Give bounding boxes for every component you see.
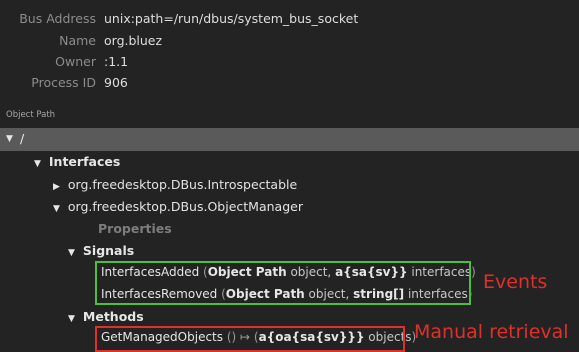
chevron-down-icon[interactable]: ▼ <box>68 248 75 258</box>
events-annotation: Events <box>483 271 548 293</box>
events-highlight-box <box>95 261 471 305</box>
tree-row-signals[interactable]: ▼ Signals <box>68 243 134 258</box>
process-id-label: Process ID <box>31 75 96 90</box>
chevron-down-icon[interactable]: ▼ <box>68 314 75 324</box>
properties-label: Properties <box>98 221 172 236</box>
owner-value: :1.1 <box>104 54 129 69</box>
name-label: Name <box>59 33 96 48</box>
interfaces-label: Interfaces <box>48 154 121 169</box>
tree-row-interfaces[interactable]: ▼ Interfaces <box>34 154 120 169</box>
chevron-down-icon[interactable]: ▼ <box>34 159 41 169</box>
tree-row-introspectable[interactable]: ▶ org.freedesktop.DBus.Introspectable <box>53 177 297 192</box>
signals-label: Signals <box>82 243 135 258</box>
tree-row-properties: Properties <box>98 221 172 236</box>
tree-row-methods[interactable]: ▼ Methods <box>68 309 144 324</box>
iface-introspectable-label: org.freedesktop.DBus.Introspectable <box>67 177 298 192</box>
bus-address-value: unix:path=/run/dbus/system_bus_socket <box>104 11 359 26</box>
owner-label: Owner <box>55 54 96 69</box>
manual-retrieval-highlight-box <box>95 326 405 352</box>
manual-retrieval-annotation: Manual retrieval <box>414 321 569 343</box>
chevron-down-icon[interactable]: ▼ <box>6 134 13 144</box>
methods-label: Methods <box>82 309 144 324</box>
root-path-label: / <box>20 131 25 146</box>
object-path-label: Object Path <box>6 110 56 120</box>
object-path-header: Object Path <box>0 101 579 129</box>
tree-row-root[interactable]: ▼ / <box>0 128 579 151</box>
bus-address-label: Bus Address <box>19 11 96 26</box>
chevron-down-icon[interactable]: ▼ <box>53 204 60 214</box>
name-value: org.bluez <box>104 33 163 48</box>
iface-object-manager-label: org.freedesktop.DBus.ObjectManager <box>67 199 303 214</box>
chevron-right-icon[interactable]: ▶ <box>53 182 60 192</box>
process-id-value: 906 <box>104 75 128 90</box>
tree-row-object-manager[interactable]: ▼ org.freedesktop.DBus.ObjectManager <box>53 199 303 214</box>
